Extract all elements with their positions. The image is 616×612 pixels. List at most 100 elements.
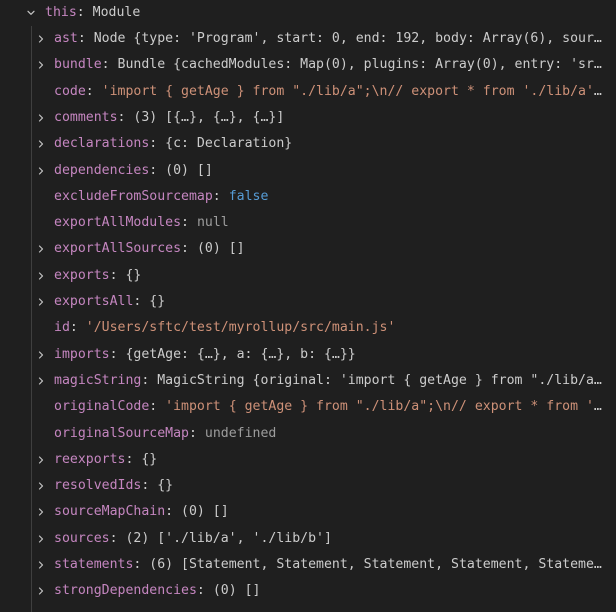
property-separator: :: [133, 294, 150, 309]
property-separator: :: [212, 189, 229, 204]
chevron-right-icon[interactable]: [34, 578, 48, 604]
property-row-magicString[interactable]: magicString: MagicString {original: 'imp…: [0, 368, 616, 394]
chevron-down-icon[interactable]: [24, 0, 38, 26]
property-value: {}: [149, 294, 166, 309]
property-value: {getAge: {…}, a: {…}, b: {…}}: [125, 347, 356, 362]
property-value: (3) [{…}, {…}, {…}]: [133, 110, 285, 125]
chevron-right-icon[interactable]: [34, 552, 48, 578]
property-value: {c: Declaration}: [165, 136, 293, 151]
property-row-exportAllModules[interactable]: exportAllModules: null: [0, 210, 616, 236]
property-separator: :: [117, 110, 134, 125]
property-value: (0) []: [212, 583, 261, 598]
property-content: bundle: Bundle {cachedModules: Map(0), p…: [54, 52, 608, 78]
property-separator: :: [77, 31, 94, 46]
property-row-id[interactable]: id: '/Users/sftc/test/myrollup/src/main.…: [0, 315, 616, 341]
chevron-right-icon[interactable]: [34, 236, 48, 262]
property-content: reexports: {}: [54, 447, 608, 473]
property-separator: :: [196, 583, 213, 598]
property-separator: :: [149, 163, 166, 178]
root-key: this: [45, 5, 77, 20]
property-key: comments: [54, 110, 118, 125]
property-row-exports[interactable]: exports: {}: [0, 263, 616, 289]
property-row-comments[interactable]: comments: (3) [{…}, {…}, {…}]: [0, 105, 616, 131]
property-key: sources: [54, 531, 110, 546]
property-row-code[interactable]: code: 'import { getAge } from "./lib/a";…: [0, 79, 616, 105]
root-value: Module: [92, 5, 141, 20]
property-separator: :: [141, 478, 158, 493]
property-key: sourceMapChain: [54, 504, 166, 519]
property-content: sourceMapChain: (0) []: [54, 499, 608, 525]
property-content: imports: {getAge: {…}, a: {…}, b: {…}}: [54, 342, 608, 368]
chevron-right-icon[interactable]: [34, 368, 48, 394]
property-separator: :: [188, 426, 205, 441]
property-content: id: '/Users/sftc/test/myrollup/src/main.…: [54, 315, 608, 341]
chevron-right-icon[interactable]: [34, 52, 48, 78]
property-key: dependencies: [54, 163, 150, 178]
property-value: (0) []: [196, 241, 245, 256]
property-value: '/Users/sftc/test/myrollup/src/main.js': [85, 320, 396, 335]
chevron-right-icon[interactable]: [34, 131, 48, 157]
property-key: excludeFromSourcemap: [54, 189, 213, 204]
property-value: (2) ['./lib/a', './lib/b']: [125, 531, 332, 546]
property-separator: :: [109, 347, 126, 362]
property-separator: :: [149, 136, 166, 151]
tree-root-this[interactable]: this: Module: [0, 0, 616, 26]
property-separator: :: [109, 531, 126, 546]
property-row-originalCode[interactable]: originalCode: 'import { getAge } from ".…: [0, 394, 616, 420]
chevron-right-icon[interactable]: [34, 26, 48, 52]
property-value: (0) []: [181, 504, 229, 519]
property-key: exportsAll: [54, 294, 134, 309]
property-row-resolvedIds[interactable]: resolvedIds: {}: [0, 473, 616, 499]
property-value: false: [228, 189, 269, 204]
property-separator: :: [101, 57, 118, 72]
property-content: resolvedIds: {}: [54, 473, 608, 499]
chevron-right-icon[interactable]: [34, 473, 48, 499]
property-content: strongDependencies: (0) []: [54, 578, 608, 604]
chevron-right-icon[interactable]: [34, 526, 48, 552]
property-value: Bundle {cachedModules: Map(0), plugins: …: [117, 57, 608, 72]
chevron-right-icon[interactable]: [34, 289, 48, 315]
property-key: magicString: [54, 373, 142, 388]
property-row-reexports[interactable]: reexports: {}: [0, 447, 616, 473]
chevron-right-icon[interactable]: [34, 342, 48, 368]
property-separator: :: [109, 268, 126, 283]
property-value: {}: [157, 478, 174, 493]
property-key: strongDependencies: [54, 583, 197, 598]
property-key: originalSourceMap: [54, 426, 189, 441]
property-row-statements[interactable]: statements: (6) [Statement, Statement, S…: [0, 552, 616, 578]
property-key: exportAllSources: [54, 241, 182, 256]
property-content: code: 'import { getAge } from "./lib/a";…: [54, 79, 608, 105]
property-row-imports[interactable]: imports: {getAge: {…}, a: {…}, b: {…}}: [0, 342, 616, 368]
property-key: bundle: [54, 57, 102, 72]
property-content: statements: (6) [Statement, Statement, S…: [54, 552, 608, 578]
property-row-excludeFromSourcemap[interactable]: excludeFromSourcemap: false: [0, 184, 616, 210]
property-value: (6) [Statement, Statement, Statement, St…: [149, 557, 608, 572]
chevron-right-icon[interactable]: [34, 105, 48, 131]
property-key: exportAllModules: [54, 215, 182, 230]
property-key: declarations: [54, 136, 150, 151]
property-key: originalCode: [54, 399, 150, 414]
property-separator: :: [85, 84, 102, 99]
property-value: {}: [141, 452, 158, 467]
property-row-bundle[interactable]: bundle: Bundle {cachedModules: Map(0), p…: [0, 52, 616, 78]
property-row-exportAllSources[interactable]: exportAllSources: (0) []: [0, 236, 616, 262]
property-value: undefined: [204, 426, 277, 441]
root-label: this: Module: [45, 0, 140, 26]
property-content: originalCode: 'import { getAge } from ".…: [54, 394, 608, 420]
property-row-sourceMapChain[interactable]: sourceMapChain: (0) []: [0, 499, 616, 525]
chevron-right-icon[interactable]: [34, 499, 48, 525]
property-row-strongDependencies[interactable]: strongDependencies: (0) []: [0, 578, 616, 604]
property-row-originalSourceMap[interactable]: originalSourceMap: undefined: [0, 421, 616, 447]
property-content: exports: {}: [54, 263, 608, 289]
chevron-right-icon[interactable]: [34, 447, 48, 473]
property-row-sources[interactable]: sources: (2) ['./lib/a', './lib/b']: [0, 526, 616, 552]
property-content: originalSourceMap: undefined: [54, 421, 608, 447]
property-row-exportsAll[interactable]: exportsAll: {}: [0, 289, 616, 315]
property-row-declarations[interactable]: declarations: {c: Declaration}: [0, 131, 616, 157]
property-row-ast[interactable]: ast: Node {type: 'Program', start: 0, en…: [0, 26, 616, 52]
property-separator: :: [125, 452, 142, 467]
property-row-dependencies[interactable]: dependencies: (0) []: [0, 158, 616, 184]
chevron-right-icon[interactable]: [34, 263, 48, 289]
chevron-right-icon[interactable]: [34, 158, 48, 184]
property-key: reexports: [54, 452, 126, 467]
